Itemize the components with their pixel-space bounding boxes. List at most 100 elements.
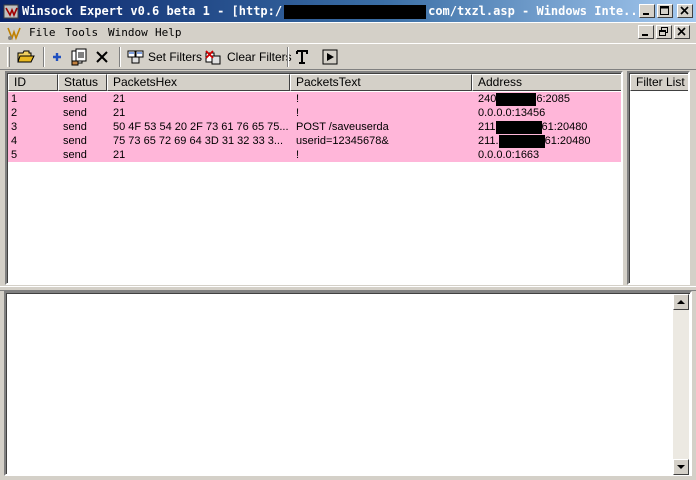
toolbar: Set Filters Clear Filters: [0, 43, 696, 70]
menu-tools[interactable]: Tools: [65, 26, 98, 39]
packet-row[interactable]: 4 send 75 73 65 72 69 64 3D 31 32 33 3..…: [8, 134, 621, 148]
copy-button[interactable]: [70, 47, 88, 67]
cell-status: send: [63, 107, 87, 119]
child-restore-button[interactable]: [656, 25, 672, 39]
menu-file[interactable]: File: [29, 26, 56, 39]
cell-status: send: [63, 135, 87, 147]
clear-filters-label: Clear Filters: [227, 50, 292, 64]
menu-bar: File Tools Window Help: [0, 23, 696, 42]
address-prefix: 211: [478, 121, 496, 133]
filter-list-header[interactable]: Filter List: [630, 74, 688, 91]
column-header-status[interactable]: Status: [58, 74, 107, 91]
column-header-packets-text[interactable]: PacketsText: [290, 74, 472, 91]
close-icon: [677, 27, 686, 36]
packet-row[interactable]: 5 send 21 ! 0.0.0.0:1663: [8, 148, 621, 162]
cell-text: userid=12345678&: [296, 135, 389, 147]
toolbar-separator: [287, 47, 289, 67]
menu-help[interactable]: Help: [155, 26, 182, 39]
packet-detail-pane[interactable]: [4, 291, 692, 476]
cell-hex: 21: [113, 93, 126, 105]
cell-hex: 21: [113, 149, 126, 161]
address-prefix: 211.: [478, 135, 499, 147]
copy-icon: [71, 48, 87, 66]
cell-status: send: [63, 121, 87, 133]
address-prefix: 240: [478, 93, 497, 105]
scroll-down-button[interactable]: [673, 459, 689, 475]
title-bar: Winsock Expert v0.6 beta 1 - [http:/ com/…: [0, 0, 696, 23]
packet-list[interactable]: ID Status PacketsHex PacketsText Address…: [5, 71, 623, 285]
menu-window[interactable]: Window: [108, 26, 148, 39]
cell-id: 1: [11, 93, 18, 105]
child-minimize-button[interactable]: [638, 25, 654, 39]
minimize-icon: [642, 34, 648, 36]
down-arrow-icon: [677, 465, 685, 469]
open-folder-icon: [17, 50, 35, 63]
cell-address: 211. 61:20480: [478, 134, 621, 148]
play-icon: [322, 49, 338, 65]
set-filters-icon: [127, 50, 144, 64]
close-button[interactable]: [677, 4, 693, 18]
cell-id: 3: [11, 121, 18, 133]
text-icon: [296, 50, 308, 64]
column-header-packets-hex[interactable]: PacketsHex: [107, 74, 290, 91]
new-button[interactable]: [50, 47, 64, 67]
address-suffix: 61:20480: [541, 121, 588, 133]
toolbar-separator: [43, 47, 45, 67]
cell-address: 211 61:20480: [478, 120, 621, 134]
minimize-button[interactable]: [639, 4, 655, 18]
cell-id: 4: [11, 135, 18, 147]
address-suffix: 61:20480: [544, 135, 591, 147]
redaction-bar: [284, 4, 427, 19]
address-suffix: 6:2085: [536, 93, 571, 105]
scroll-up-button[interactable]: [673, 294, 689, 310]
delete-button[interactable]: [95, 47, 109, 67]
set-filters-button[interactable]: Set Filters: [127, 47, 202, 67]
address-prefix: 0.0.0.0:1663: [478, 149, 540, 161]
title-prefix: Winsock Expert v0.6 beta 1 - [http:/: [22, 4, 283, 18]
redaction-bar: [496, 92, 537, 106]
redaction-bar: [498, 134, 545, 148]
cell-address: 0.0.0.0:13456: [478, 106, 621, 120]
up-arrow-icon: [677, 300, 685, 304]
window-title: Winsock Expert v0.6 beta 1 - [http:/ com/…: [22, 4, 645, 19]
clear-filters-icon: [205, 50, 221, 65]
cell-status: send: [63, 149, 87, 161]
play-button[interactable]: [322, 47, 338, 67]
vertical-scrollbar[interactable]: [673, 294, 689, 475]
text-view-button[interactable]: [295, 47, 309, 67]
close-icon: [680, 6, 689, 15]
app-icon: [3, 4, 19, 19]
column-header-id[interactable]: ID: [8, 74, 58, 91]
cell-text: POST /saveuserda: [296, 121, 389, 133]
cell-address: 240 6:2085: [478, 92, 621, 106]
packet-row[interactable]: 2 send 21 ! 0.0.0.0:13456: [8, 106, 621, 120]
toolbar-separator: [119, 47, 121, 67]
child-window-icon[interactable]: [6, 25, 22, 41]
clear-filters-button[interactable]: Clear Filters: [204, 47, 292, 67]
column-header-address[interactable]: Address: [472, 74, 621, 91]
cell-text: !: [296, 107, 300, 119]
filter-list[interactable]: Filter List: [627, 71, 690, 285]
title-suffix: com/txzl.asp - Windows Inte...: [428, 4, 645, 18]
restore-icon: [659, 27, 668, 36]
toolbar-grip[interactable]: [7, 47, 10, 67]
maximize-button[interactable]: [657, 4, 673, 18]
cell-id: 2: [11, 107, 18, 119]
plus-icon: [53, 53, 61, 61]
cell-id: 5: [11, 149, 18, 161]
cell-hex: 50 4F 53 54 20 2F 73 61 76 65 75...: [113, 121, 289, 133]
address-prefix: 0.0.0.0:13456: [478, 107, 546, 119]
packet-row[interactable]: 3 send 50 4F 53 54 20 2F 73 61 76 65 75.…: [8, 120, 621, 134]
cell-text: !: [296, 93, 300, 105]
minimize-icon: [643, 13, 649, 15]
packet-row[interactable]: 1 send 21 ! 240 6:2085: [8, 92, 621, 106]
cell-text: !: [296, 149, 300, 161]
cell-status: send: [63, 93, 87, 105]
open-button[interactable]: [17, 47, 35, 67]
redaction-bar: [495, 120, 542, 134]
delete-icon: [96, 51, 108, 63]
child-close-button[interactable]: [674, 25, 690, 39]
set-filters-label: Set Filters: [148, 50, 203, 64]
cell-hex: 75 73 65 72 69 64 3D 31 32 33 3...: [113, 135, 284, 147]
maximize-icon: [660, 6, 669, 15]
